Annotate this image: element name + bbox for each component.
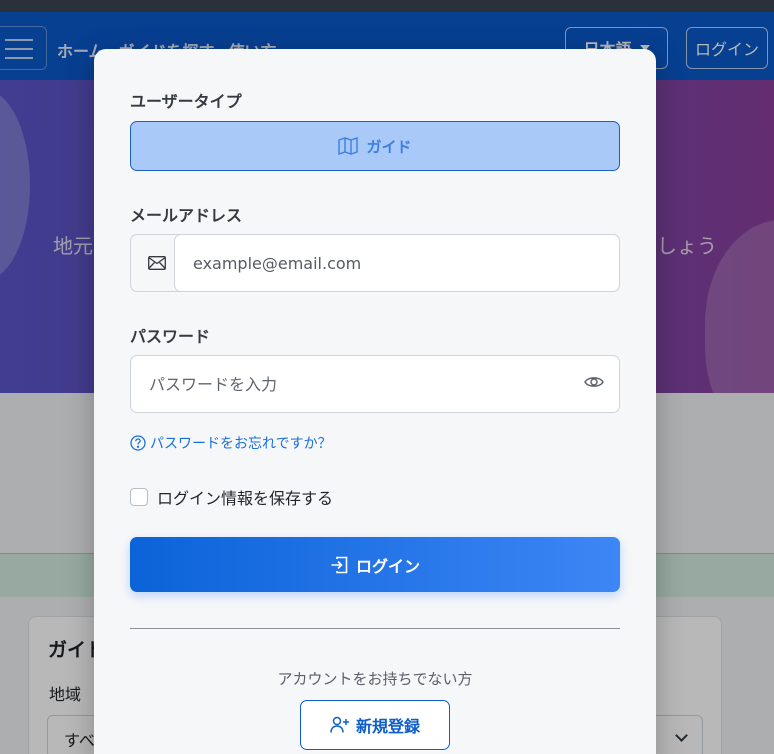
email-label: メールアドレス: [130, 206, 243, 225]
map-icon: [338, 137, 359, 155]
person-plus-icon: [330, 716, 349, 733]
remember-me-checkbox[interactable]: [130, 488, 148, 506]
login-button[interactable]: ログイン: [130, 537, 620, 592]
envelope-icon: [147, 256, 166, 270]
email-input[interactable]: [174, 234, 620, 292]
question-circle-icon: [130, 435, 146, 451]
login-button-label: ログイン: [355, 556, 420, 576]
login-modal: ユーザータイプ ガイド メールアドレス パスワード: [94, 49, 656, 754]
password-input[interactable]: [130, 355, 620, 413]
login-arrow-icon: [331, 556, 348, 573]
remember-me[interactable]: ログイン情報を保存する: [130, 485, 333, 509]
register-button-label: 新規登録: [355, 717, 420, 736]
user-type-guide-label: ガイド: [366, 137, 412, 156]
user-type-label: ユーザータイプ: [130, 92, 242, 111]
password-field-group: [130, 355, 620, 413]
register-button[interactable]: 新規登録: [300, 700, 450, 750]
user-type-guide-button[interactable]: ガイド: [130, 121, 620, 171]
divider: [130, 628, 620, 629]
remember-me-label: ログイン情報を保存する: [157, 489, 334, 508]
forgot-password-text: パスワードをお忘れですか？: [150, 436, 332, 452]
forgot-password-link[interactable]: パスワードをお忘れですか？: [130, 433, 332, 453]
eye-icon[interactable]: [584, 375, 604, 389]
email-field-group: [130, 234, 620, 292]
password-label: パスワード: [130, 327, 211, 346]
no-account-text: アカウントをお持ちでない方: [277, 670, 473, 688]
browser-top-strip: [0, 0, 774, 12]
